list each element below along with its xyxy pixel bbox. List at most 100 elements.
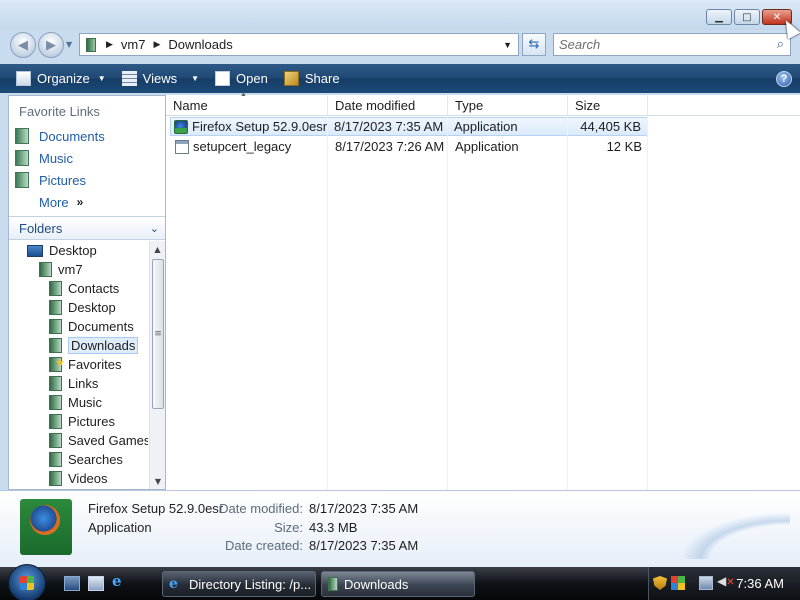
start-button[interactable]	[8, 564, 46, 600]
file-size: 44,405 KB	[580, 119, 641, 134]
search-icon[interactable]: ⌕	[777, 37, 784, 52]
file-row-setupcert-legacy[interactable]: setupcert_legacy 8/17/2023 7:26 AM Appli…	[171, 137, 649, 156]
address-row: ◀ ▶ ▼ ▶ vm7 ▶ Downloads ▼ ⇆ Search ⌕	[0, 30, 800, 60]
details-pane: Firefox Setup 52.9.0esr Application Date…	[0, 490, 800, 567]
breadcrumb-downloads[interactable]: Downloads	[168, 37, 232, 52]
tree-item-links[interactable]: Links	[9, 374, 148, 393]
favorites-folder-icon	[49, 356, 65, 372]
details-size-value: 43.3 MB	[309, 520, 358, 535]
folder-tree: Desktop vm7 Contacts Desktop Documents D…	[9, 241, 148, 489]
folder-icon	[86, 37, 96, 52]
music-folder-icon	[49, 395, 62, 410]
breadcrumb-chevron-icon[interactable]: ▶	[153, 39, 160, 50]
windows-flag-icon[interactable]	[671, 576, 685, 590]
column-divider	[567, 116, 568, 490]
help-icon[interactable]: ?	[776, 70, 792, 87]
back-button[interactable]: ◀	[10, 32, 36, 58]
details-date-created-value[interactable]: 8/17/2023 7:35 AM	[309, 538, 418, 553]
favorite-link-documents[interactable]: Documents	[9, 125, 165, 147]
file-name-cell: setupcert_legacy	[172, 139, 330, 154]
clock[interactable]: 7:36 AM	[736, 576, 784, 591]
downloads-folder-icon	[49, 338, 62, 353]
forward-button[interactable]: ▶	[38, 32, 64, 58]
tree-item-label: Music	[68, 395, 102, 410]
column-header-type[interactable]: Type	[448, 95, 568, 115]
tree-item-videos[interactable]: Videos	[9, 469, 148, 488]
switch-windows-icon[interactable]	[88, 576, 104, 591]
contacts-folder-icon	[49, 281, 62, 296]
security-shield-icon[interactable]	[653, 576, 667, 590]
documents-folder-icon	[15, 128, 29, 144]
column-header-date-modified[interactable]: Date modified	[328, 95, 448, 115]
scroll-down-icon[interactable]: ▼	[150, 473, 166, 489]
share-icon	[283, 71, 299, 86]
documents-folder-icon	[49, 319, 62, 334]
show-desktop-icon[interactable]	[64, 576, 80, 591]
tree-item-label: Downloads	[68, 337, 139, 354]
tree-item-favorites[interactable]: Favorites	[9, 355, 148, 374]
favorite-link-pictures[interactable]: Pictures	[9, 169, 165, 191]
file-row-firefox-setup[interactable]: Firefox Setup 52.9.0esr 8/17/2023 7:35 A…	[170, 117, 648, 136]
scrollbar-thumb[interactable]: ≡	[152, 259, 164, 409]
tree-item-saved-games[interactable]: Saved Games	[9, 431, 148, 450]
file-date-modified: 8/17/2023 7:35 AM	[334, 119, 444, 134]
favorite-link-music[interactable]: Music	[9, 147, 165, 169]
taskbar-item-directory-listing[interactable]: e Directory Listing: /p...	[162, 571, 316, 597]
taskbar-item-downloads[interactable]: Downloads	[321, 571, 475, 597]
folders-header[interactable]: Folders ⌄	[9, 216, 165, 240]
tree-item-contacts[interactable]: Contacts	[9, 279, 148, 298]
maximize-button[interactable]: □	[734, 9, 760, 25]
search-input[interactable]: Search ⌕	[553, 33, 791, 56]
refresh-button[interactable]: ⇆	[522, 33, 546, 56]
share-button[interactable]: Share	[283, 71, 340, 86]
tree-item-label: Contacts	[68, 281, 120, 296]
column-divider	[447, 116, 448, 490]
file-name-cell: Firefox Setup 52.9.0esr	[171, 119, 329, 134]
chevron-down-icon: ▼	[191, 74, 200, 83]
tree-item-music[interactable]: Music	[9, 393, 148, 412]
breadcrumb-vm7[interactable]: vm7	[121, 37, 146, 52]
minimize-button[interactable]: ▁	[706, 9, 732, 25]
column-header-label: Type	[455, 97, 484, 113]
application-icon	[175, 139, 189, 154]
tree-item-documents[interactable]: Documents	[9, 317, 148, 336]
internet-explorer-icon[interactable]: e	[112, 572, 128, 590]
folders-title: Folders	[19, 220, 63, 236]
search-placeholder: Search	[559, 37, 601, 52]
desktop-folder-icon	[49, 300, 62, 315]
address-bar[interactable]: ▶ vm7 ▶ Downloads ▼	[79, 33, 519, 56]
tree-item-label: Favorites	[68, 357, 122, 372]
recent-pages-dropdown[interactable]: ▼	[66, 40, 72, 49]
firefox-installer-icon	[20, 499, 72, 555]
folder-tree-scrollbar[interactable]: ▲ ≡ ▼	[149, 241, 165, 489]
scroll-up-icon[interactable]: ▲	[150, 241, 165, 257]
tree-item-pictures[interactable]: Pictures	[9, 412, 148, 431]
breadcrumb-chevron-icon[interactable]: ▶	[106, 39, 113, 50]
more-links-button[interactable]: More »	[9, 191, 165, 213]
file-type: Application	[455, 139, 519, 154]
tree-item-searches[interactable]: Searches	[9, 450, 148, 469]
chevron-down-icon[interactable]: ▼	[503, 40, 512, 50]
volume-muted-icon[interactable]: ◀✕	[717, 574, 735, 588]
organize-button[interactable]: Organize ▼	[16, 71, 106, 86]
favorite-links-title: Favorite Links	[19, 104, 100, 119]
tree-item-label: Saved Games	[68, 433, 148, 448]
refresh-icon: ⇆	[528, 37, 540, 52]
column-header-size[interactable]: Size	[568, 95, 648, 115]
column-header-name[interactable]: ▲ Name	[166, 91, 328, 115]
share-label: Share	[304, 71, 340, 86]
views-button[interactable]: Views ▼	[121, 71, 200, 86]
tree-item-vm7[interactable]: vm7	[9, 260, 148, 279]
details-size-label: Size:	[274, 520, 303, 535]
taskbar: e e Directory Listing: /p... Downloads ◀…	[0, 564, 800, 600]
column-headers: ▲ Name Date modified Type Size	[166, 91, 800, 116]
tree-item-downloads[interactable]: Downloads	[9, 336, 148, 355]
details-date-modified-value[interactable]: 8/17/2023 7:35 AM	[309, 501, 418, 516]
open-button[interactable]: Open	[215, 71, 268, 86]
taskbar-item-label: Directory Listing: /p...	[189, 576, 312, 592]
internet-explorer-icon: e	[169, 576, 178, 592]
tree-item-desktop-folder[interactable]: Desktop	[9, 298, 148, 317]
tree-item-desktop[interactable]: Desktop	[9, 241, 148, 260]
network-icon[interactable]	[699, 576, 713, 590]
title-bar[interactable]: ▁ □ ✕	[0, 0, 800, 30]
